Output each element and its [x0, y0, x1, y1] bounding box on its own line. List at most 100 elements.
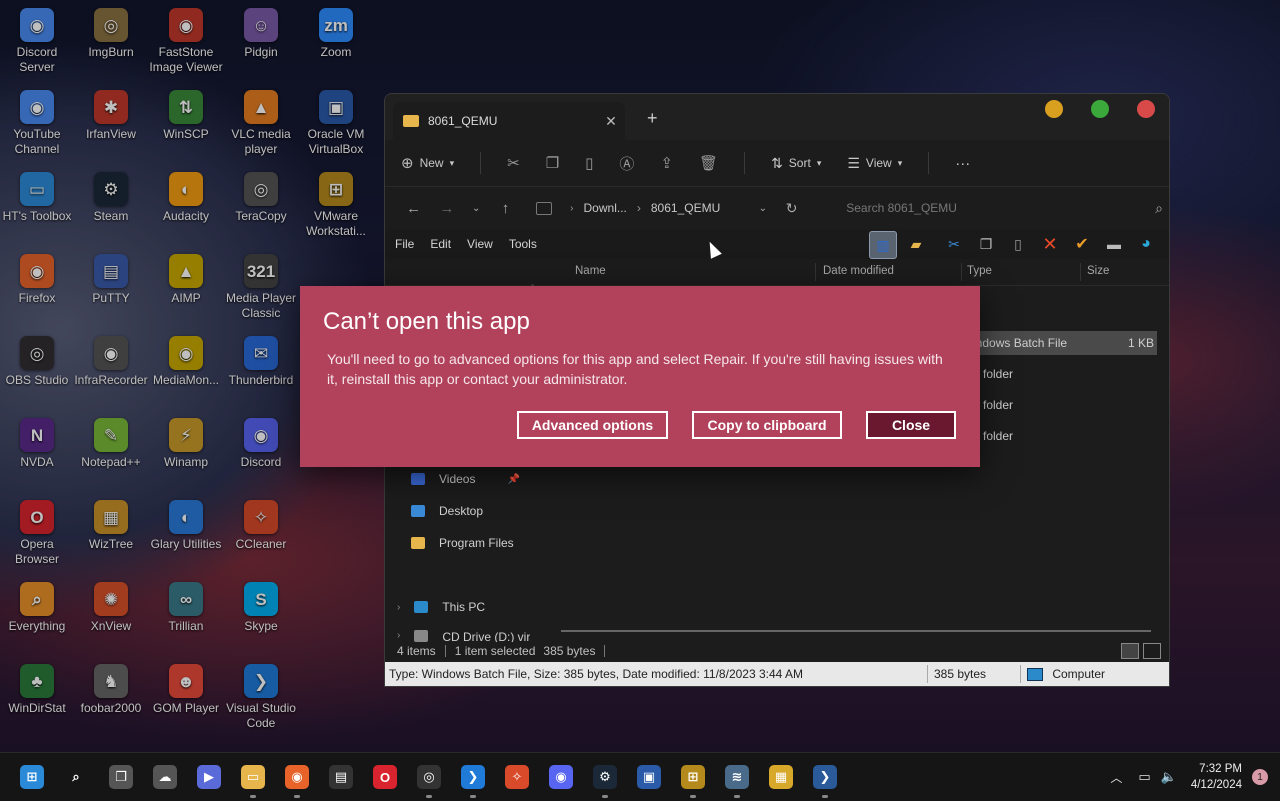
- taskbar-discord-icon[interactable]: ◉: [549, 765, 573, 789]
- desktop-icon-visual-studio-code[interactable]: ❯ Visual Studio Code: [224, 664, 298, 731]
- globe-icon[interactable]: ◕: [1133, 231, 1159, 257]
- chevron-up-icon[interactable]: ︿: [1110, 769, 1122, 786]
- column-type[interactable]: Type: [967, 265, 992, 277]
- maximize-button[interactable]: [1091, 100, 1109, 118]
- desktop-icon-imgburn[interactable]: ◎ ImgBurn: [74, 8, 148, 60]
- taskbar-store-icon[interactable]: ▦: [769, 765, 793, 789]
- nav-item-desktop[interactable]: Desktop: [411, 504, 483, 518]
- scissors-icon[interactable]: ✂: [941, 231, 967, 257]
- menu-edit[interactable]: Edit: [430, 237, 451, 251]
- address-dropdown-icon[interactable]: ⌄: [759, 203, 767, 214]
- up-arrow-icon[interactable]: ↑: [489, 200, 522, 217]
- desktop-icon-mediamon[interactable]: ◉ MediaMon...: [149, 336, 223, 388]
- new-button[interactable]: ⊕ New ▾: [401, 154, 454, 172]
- pin-icon[interactable]: 📌: [507, 474, 519, 485]
- breadcrumb-parent[interactable]: Downl...: [584, 201, 627, 215]
- tab-8061-qemu[interactable]: 8061_QEMU ✕: [393, 102, 625, 140]
- nav-item-program-files[interactable]: Program Files: [411, 536, 514, 550]
- nav-item-videos[interactable]: Videos 📌: [411, 472, 520, 486]
- menu-file[interactable]: File: [395, 237, 414, 251]
- desktop-icon-nvda[interactable]: N NVDA: [0, 418, 74, 470]
- minimize-button[interactable]: [1045, 100, 1063, 118]
- advanced-options-button[interactable]: Advanced options: [517, 411, 668, 439]
- expand-chevron-icon[interactable]: ›: [397, 602, 400, 613]
- desktop-icon-skype[interactable]: S Skype: [224, 582, 298, 634]
- paste-icon[interactable]: ▯: [1005, 231, 1031, 257]
- horizontal-scrollbar[interactable]: [561, 630, 1151, 632]
- desktop-icon-firefox[interactable]: ◉ Firefox: [0, 254, 74, 306]
- desktop-icon-thunderbird[interactable]: ✉ Thunderbird: [224, 336, 298, 388]
- taskbar-ccleaner-icon[interactable]: ✧: [505, 765, 529, 789]
- taskbar-virtualbox-icon[interactable]: ▣: [637, 765, 661, 789]
- desktop-icon-winscp[interactable]: ⇅ WinSCP: [149, 90, 223, 142]
- desktop-icon-glary-utilities[interactable]: ◐ Glary Utilities: [149, 500, 223, 552]
- desktop-icon-opera-browser[interactable]: O Opera Browser: [0, 500, 74, 567]
- paste-button[interactable]: ▯: [585, 154, 593, 172]
- sort-button[interactable]: ⇅ Sort ▾: [771, 155, 821, 172]
- desktop-icon-obs-studio[interactable]: ◎ OBS Studio: [0, 336, 74, 388]
- menu-view[interactable]: View: [467, 237, 493, 251]
- rename-button[interactable]: Ⓐ: [619, 153, 634, 174]
- close-window-button[interactable]: [1137, 100, 1155, 118]
- checkmark-icon[interactable]: ✔: [1069, 231, 1095, 257]
- taskbar-start-icon[interactable]: ⊞: [20, 765, 44, 789]
- copy-button[interactable]: ❐: [546, 154, 559, 172]
- address-bar[interactable]: › Downl... › 8061_QEMU ⌄: [536, 201, 767, 215]
- desktop-icon-vlc-media-player[interactable]: ▲ VLC media player: [224, 90, 298, 157]
- taskbar-terminal-icon[interactable]: ▤: [329, 765, 353, 789]
- cut-button[interactable]: ✂: [507, 154, 520, 172]
- desktop-icon-pidgin[interactable]: ☺ Pidgin: [224, 8, 298, 60]
- more-options-button[interactable]: ···: [955, 155, 970, 172]
- delete-button[interactable]: 🗑: [699, 154, 718, 172]
- desktop-icon-everything[interactable]: ⌕ Everything: [0, 582, 74, 634]
- taskbar-vscode-icon[interactable]: ❯: [461, 765, 485, 789]
- tiles-view-icon[interactable]: [1143, 643, 1161, 659]
- volume-icon[interactable]: 🔈: [1161, 769, 1177, 785]
- desktop-icon-aimp[interactable]: ▲ AIMP: [149, 254, 223, 306]
- details-view-icon[interactable]: [1121, 643, 1139, 659]
- column-date-modified[interactable]: Date modified: [823, 265, 894, 277]
- desktop-icon-infrarecorder[interactable]: ◉ InfraRecorder: [74, 336, 148, 388]
- column-size[interactable]: Size: [1087, 265, 1109, 277]
- network-icon[interactable]: ▭: [1138, 769, 1150, 785]
- desktop-icon-winamp[interactable]: ⚡ Winamp: [149, 418, 223, 470]
- desktop-icon-media-player-classic[interactable]: 321 Media Player Classic: [224, 254, 298, 321]
- taskbar-opera-icon[interactable]: O: [373, 765, 397, 789]
- close-button[interactable]: Close: [866, 411, 956, 439]
- copy-to-clipboard-button[interactable]: Copy to clipboard: [692, 411, 842, 439]
- taskbar-search-icon[interactable]: ⌕: [64, 765, 88, 789]
- desktop-icon-ccleaner[interactable]: ✧ CCleaner: [224, 500, 298, 552]
- drive-icon[interactable]: ▬: [1101, 231, 1127, 257]
- taskbar-widgets-icon[interactable]: ☁: [153, 765, 177, 789]
- desktop-icon-irfanview[interactable]: ✱ IrfanView: [74, 90, 148, 142]
- desktop-icon-notepad[interactable]: ✎ Notepad++: [74, 418, 148, 470]
- desktop-icon-discord[interactable]: ◉ Discord: [224, 418, 298, 470]
- desktop-icon-steam[interactable]: ⚙ Steam: [74, 172, 148, 224]
- copy-icon[interactable]: ❐: [973, 231, 999, 257]
- delete-x-icon[interactable]: ✕: [1037, 231, 1063, 257]
- close-tab-icon[interactable]: ✕: [597, 113, 625, 130]
- desktop-icon-faststone-image-viewer[interactable]: ◉ FastStone Image Viewer: [149, 8, 223, 75]
- taskbar-steam-icon[interactable]: ⚙: [593, 765, 617, 789]
- desktop-icon-ht-s-toolbox[interactable]: ▭ HT's Toolbox: [0, 172, 74, 224]
- taskbar-resource-monitor-icon[interactable]: ≋: [725, 765, 749, 789]
- share-button[interactable]: ⇪: [660, 154, 673, 172]
- desktop-icon-youtube-channel[interactable]: ◉ YouTube Channel: [0, 90, 74, 157]
- view-button[interactable]: ☰ View ▾: [847, 155, 902, 172]
- menu-tools[interactable]: Tools: [509, 237, 537, 251]
- refresh-icon[interactable]: ↻: [775, 200, 808, 217]
- taskbar-firefox-icon[interactable]: ◉: [285, 765, 309, 789]
- folder-options-icon[interactable]: ▰: [903, 231, 929, 257]
- desktop-icon-audacity[interactable]: ◐ Audacity: [149, 172, 223, 224]
- preview-pane-icon[interactable]: ▥: [869, 231, 897, 259]
- desktop-icon-gom-player[interactable]: ☻ GOM Player: [149, 664, 223, 716]
- recent-locations-chevron-icon[interactable]: ⌄: [464, 203, 489, 214]
- clock[interactable]: 7:32 PM 4/12/2024: [1191, 761, 1242, 793]
- desktop-icon-discord-server[interactable]: ◉ Discord Server: [0, 8, 74, 75]
- taskbar-obs-icon[interactable]: ◎: [417, 765, 441, 789]
- taskbar-vmware-icon[interactable]: ⊞: [681, 765, 705, 789]
- forward-arrow-icon[interactable]: →: [430, 200, 463, 217]
- taskbar-file-explorer-icon[interactable]: ▭: [241, 765, 265, 789]
- desktop-icon-foobar2000[interactable]: ♞ foobar2000: [74, 664, 148, 716]
- nav-item-this-pc[interactable]: › This PC: [397, 600, 485, 614]
